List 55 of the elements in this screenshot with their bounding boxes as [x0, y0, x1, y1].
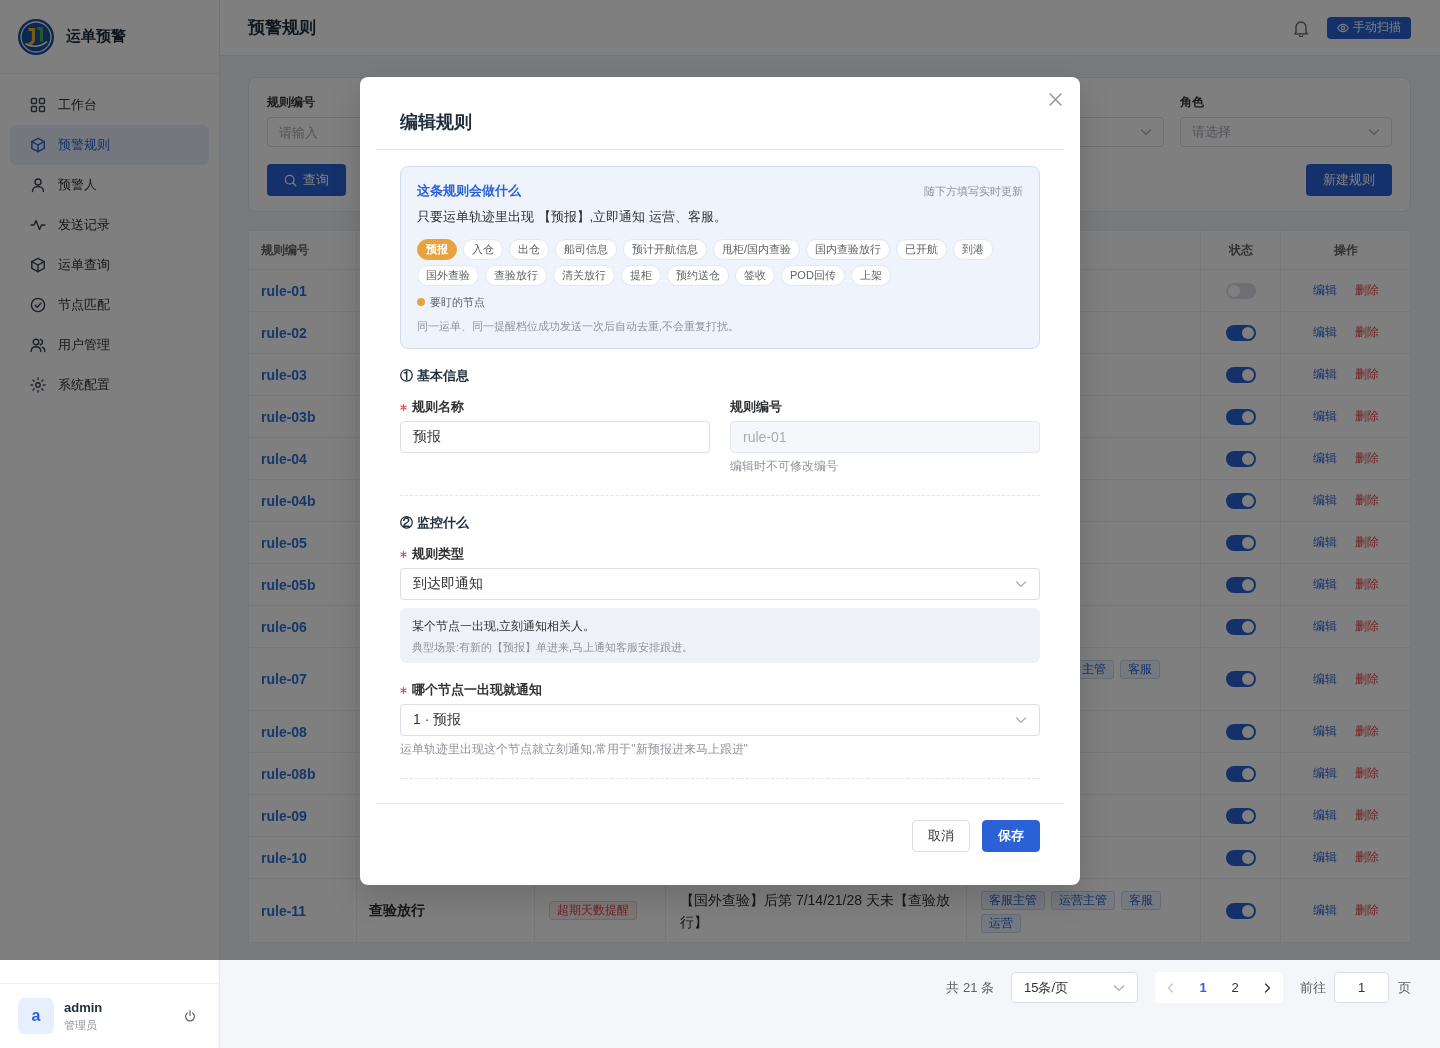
node-chip: 提柜 — [621, 265, 661, 286]
page-title: 预警规则 — [248, 17, 316, 39]
node-chip: 已开航 — [896, 239, 948, 260]
field-label: 规则编号 — [730, 398, 782, 416]
field-hint: 运单轨迹里出现这个节点就立刻通知,常用于"新预报进来马上跟进" — [400, 741, 748, 757]
node-chip: 入仓 — [463, 239, 503, 260]
dialog-title: 编辑规则 — [400, 111, 472, 134]
rule-description: 【国外查验】后第 7/14/21/28 天未【查验放行】 — [680, 890, 951, 932]
node-chip: 上架 — [850, 265, 891, 286]
goto-label: 前往 — [1300, 979, 1326, 997]
user-name: admin — [64, 1000, 103, 1016]
node-chip: 出仓 — [509, 239, 549, 260]
info-text: 某个节点一出现,立刻通知相关人。 — [412, 618, 596, 635]
column-header: 操作 — [1333, 241, 1358, 259]
field-label: 规则类型 — [412, 545, 464, 563]
role-tag: 运营主管 — [1051, 891, 1115, 910]
section-title: ① 基本信息 — [400, 367, 469, 385]
node-chip: POD回传 — [781, 265, 845, 286]
node-chip: 国内查验放行 — [806, 239, 891, 260]
role-tag: 客服 — [1121, 891, 1161, 910]
role-tag: 主管 — [1080, 660, 1114, 679]
node-chip: 预报 — [417, 239, 457, 260]
legend-label: 要盯的节点 — [430, 295, 485, 309]
total-count: 共 21 条 — [946, 979, 994, 997]
summary-sentence: 只要运单轨迹里出现 【预报】,立即通知 运营、客服。 — [417, 208, 727, 226]
field-label: 角色 — [1180, 94, 1204, 111]
column-header: 规则编号 — [261, 241, 309, 259]
node-chip: 签收 — [735, 265, 775, 286]
section-title: ② 监控什么 — [400, 514, 469, 532]
type-tag: 超期天数提醒 — [549, 901, 637, 920]
field-label: 哪个节点一出现就通知 — [412, 681, 542, 699]
app-title: 运单预警 — [66, 27, 126, 46]
node-chip: 国外查验 — [417, 265, 479, 286]
node-chip: 查验放行 — [485, 265, 547, 286]
page-suffix: 页 — [1398, 979, 1411, 997]
dedupe-note: 同一运单、同一提醒档位成功发送一次后自动去重,不会重复打扰。 — [417, 319, 740, 333]
node-chip: 清关放行 — [553, 265, 615, 286]
role-tag: 运营 — [981, 914, 1021, 933]
node-chip: 预约送仓 — [667, 265, 729, 286]
field-label: 规则名称 — [412, 398, 464, 416]
user-avatar: a — [18, 998, 54, 1034]
field-label: 规则编号 — [267, 94, 315, 111]
node-chip: 船司信息 — [555, 239, 617, 260]
live-update-note: 随下方填写实时更新 — [924, 183, 1023, 199]
node-chip: 到港 — [953, 239, 994, 260]
field-hint: 编辑时不可修改编号 — [730, 458, 838, 474]
user-role: 管理员 — [64, 1018, 97, 1032]
summary-title: 这条规则会做什么 — [417, 182, 521, 200]
role-tag: 客服 — [1120, 660, 1160, 679]
node-chip: 预计开航信息 — [623, 239, 707, 260]
info-example: 典型场景:有新的【预报】单进来,马上通知客服安排跟进。 — [412, 640, 694, 655]
role-tag: 客服主管 — [981, 891, 1045, 910]
column-header: 状态 — [1228, 241, 1253, 259]
rule-name: 查验放行 — [369, 901, 425, 920]
node-chip: 甩柜/国内查验 — [713, 239, 801, 260]
